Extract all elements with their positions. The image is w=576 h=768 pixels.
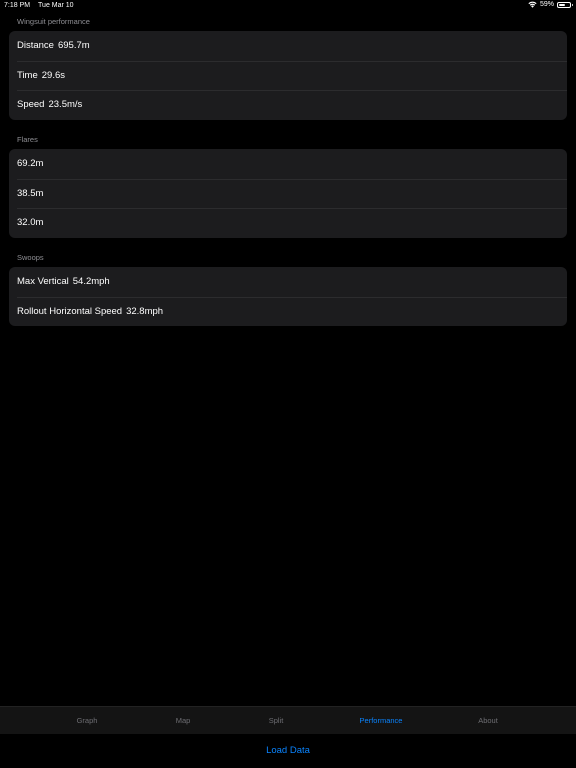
- row-value: 69.2m: [17, 158, 44, 169]
- status-left: 7:18 PM Tue Mar 10: [4, 2, 74, 9]
- performance-screen: 7:18 PM Tue Mar 10 59% Wingsuit performa…: [0, 0, 576, 768]
- flares-group: 69.2m 38.5m 32.0m: [9, 149, 567, 238]
- row-flare-3[interactable]: 32.0m: [9, 208, 567, 238]
- load-data-button[interactable]: Load Data: [0, 745, 576, 756]
- battery-level-fill: [559, 3, 565, 6]
- row-value: 54.2mph: [72, 276, 110, 287]
- row-flare-1[interactable]: 69.2m: [9, 149, 567, 179]
- tab-map[interactable]: Map: [176, 707, 191, 735]
- battery-icon: [557, 1, 573, 8]
- row-label: Speed: [17, 99, 45, 110]
- row-value: 23.5m/s: [48, 99, 83, 110]
- row-label: Time: [17, 69, 38, 81]
- tab-performance[interactable]: Performance: [360, 707, 403, 735]
- row-value: 29.6s: [41, 69, 66, 81]
- status-right: 59%: [528, 1, 573, 8]
- row-distance[interactable]: Distance 695.7m: [9, 31, 567, 61]
- tab-split[interactable]: Split: [269, 707, 284, 735]
- status-bar: 7:18 PM Tue Mar 10 59%: [0, 0, 576, 12]
- row-label: Rollout Horizontal Speed: [17, 305, 123, 317]
- wingsuit-performance-group: Distance 695.7m Time 29.6s Speed 23.5m/s: [9, 31, 567, 120]
- status-date: Tue Mar 10: [38, 2, 74, 9]
- section-header-flares: Flares: [17, 135, 38, 144]
- row-label: Max Vertical: [17, 276, 69, 287]
- row-value: 695.7m: [57, 40, 90, 51]
- wifi-icon: [528, 1, 537, 8]
- section-header-wingsuit: Wingsuit performance: [17, 17, 90, 26]
- tab-graph[interactable]: Graph: [77, 707, 98, 735]
- section-header-swoops: Swoops: [17, 253, 44, 262]
- row-speed[interactable]: Speed 23.5m/s: [9, 90, 567, 120]
- row-rollout-horizontal-speed[interactable]: Rollout Horizontal Speed 32.8mph: [9, 296, 567, 327]
- row-label: Distance: [17, 40, 54, 51]
- row-value: 32.0m: [17, 217, 44, 228]
- tab-about[interactable]: About: [478, 707, 498, 735]
- status-time: 7:18 PM: [4, 2, 31, 9]
- swoops-group: Max Vertical 54.2mph Rollout Horizontal S…: [9, 267, 567, 326]
- row-max-vertical[interactable]: Max Vertical 54.2mph: [9, 267, 567, 297]
- tab-bar: Graph Map Split Performance About: [0, 706, 576, 734]
- row-value: 38.5m: [17, 187, 44, 199]
- battery-percent: 59%: [539, 1, 554, 8]
- row-value: 32.8mph: [126, 305, 164, 317]
- row-time[interactable]: Time 29.6s: [9, 60, 567, 91]
- row-flare-2[interactable]: 38.5m: [9, 178, 567, 209]
